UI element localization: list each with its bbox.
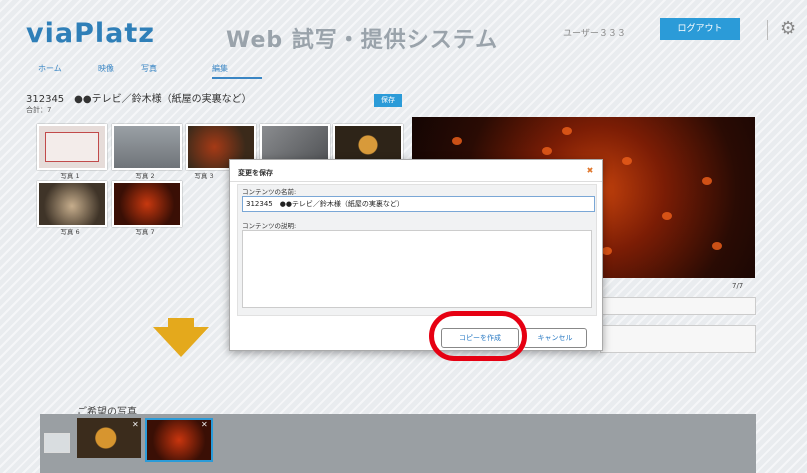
content-description-label: コンテンツの説明: <box>242 222 297 230</box>
tab-edit[interactable]: 編集 <box>212 63 262 79</box>
content-name-input[interactable] <box>242 196 595 212</box>
remove-icon[interactable]: ✕ <box>201 420 208 429</box>
image-placeholder-icon <box>44 433 70 453</box>
user-name: ユーザー３３３ <box>563 29 626 39</box>
brand-logo: viaPlatz <box>26 18 155 49</box>
dialog-divider <box>230 181 602 182</box>
tab-home[interactable]: ホーム <box>38 63 62 74</box>
logout-button[interactable]: ログアウト <box>660 18 740 40</box>
thumbnail-photo-7[interactable] <box>112 181 182 227</box>
content-count: 合計：7 <box>26 106 52 114</box>
thumbnail-label: 写真 2 <box>135 172 155 180</box>
info-field[interactable] <box>600 297 756 315</box>
tab-photo[interactable]: 写真 <box>141 63 157 74</box>
header-divider <box>767 20 768 40</box>
thumbnail-photo-2[interactable] <box>112 124 182 170</box>
save-button[interactable]: 保存 <box>374 94 402 107</box>
content-name-label: コンテンツの名前: <box>242 188 297 196</box>
remove-icon[interactable]: ✕ <box>132 420 139 429</box>
tab-video[interactable]: 映像 <box>98 63 114 74</box>
preview-counter: 7/7 <box>732 282 744 290</box>
highlight-annotation <box>429 311 527 361</box>
dialog-title: 変更を保存 <box>238 169 273 177</box>
content-title: 312345 ●●テレビ／鈴木様（紙屋の実裏など） <box>26 94 252 105</box>
thumbnail-photo-6[interactable] <box>37 181 107 227</box>
thumbnail-label: 写真 6 <box>60 228 80 236</box>
gear-icon[interactable]: ⚙ <box>780 18 796 39</box>
close-icon[interactable]: ✖ <box>585 166 595 176</box>
thumbnail-photo-1[interactable] <box>37 124 107 170</box>
cancel-button[interactable]: キャンセル <box>523 328 587 348</box>
save-changes-dialog: 変更を保存 ✖ コンテンツの名前: コンテンツの説明: コピーを作成 キャンセル <box>229 159 603 351</box>
thumbnail-label: 写真 3 <box>194 172 214 180</box>
thumbnail-label: 写真 1 <box>60 172 80 180</box>
thumbnail-label: 写真 7 <box>135 228 155 236</box>
system-title: Web 試写・提供システム <box>226 28 499 53</box>
down-arrow-icon <box>153 327 209 357</box>
content-description-input[interactable] <box>242 230 592 308</box>
info-field[interactable] <box>600 325 756 353</box>
